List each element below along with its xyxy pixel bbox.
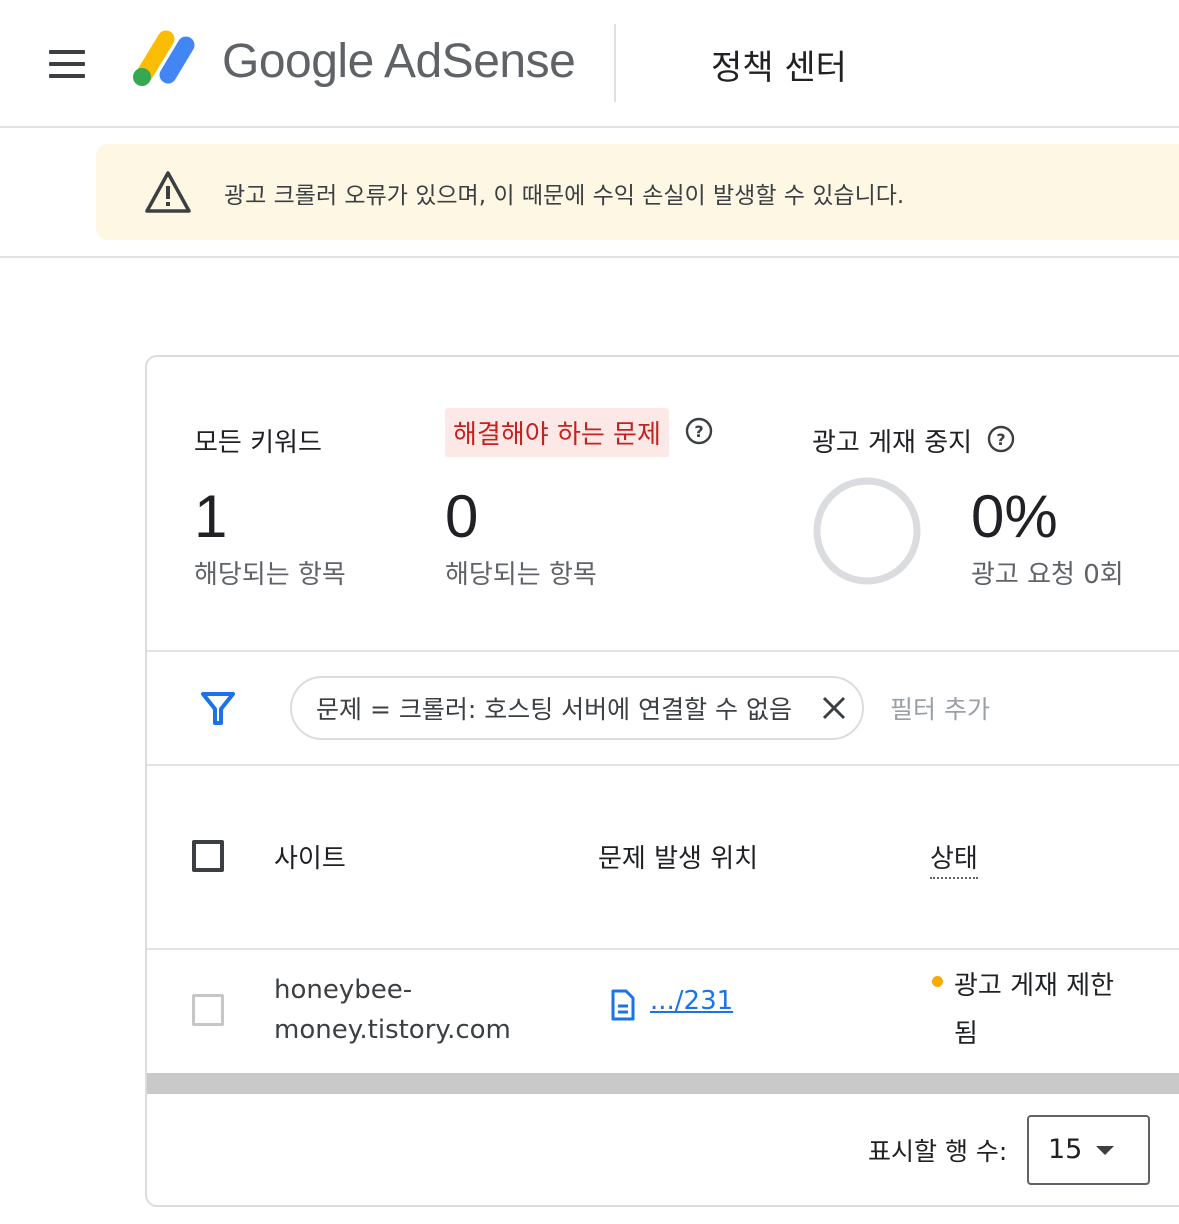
- svg-text:?: ?: [996, 430, 1005, 449]
- status-dot: [932, 976, 943, 987]
- menu-icon[interactable]: [49, 50, 85, 78]
- divider: [147, 764, 1179, 766]
- stat-label-ads-stopped[interactable]: 광고 게재 중지: [812, 422, 972, 459]
- divider: [0, 256, 1179, 258]
- column-header-status[interactable]: 상태: [930, 838, 978, 879]
- ads-stopped-donut-chart: [813, 477, 921, 585]
- site-name-line: honeybee-: [274, 975, 413, 1005]
- stat-value-ads-stopped: 0%: [971, 483, 1058, 550]
- warning-icon: [145, 171, 191, 213]
- divider: [147, 650, 1179, 652]
- status-line: 광고 게재 제한: [954, 971, 1115, 1001]
- status-line: 됨: [954, 1019, 978, 1049]
- help-icon[interactable]: ?: [685, 417, 713, 445]
- rows-per-page-label: 표시할 행 수:: [868, 1137, 1008, 1166]
- stat-value-all: 1: [194, 483, 228, 550]
- stat-label-all[interactable]: 모든 키워드: [194, 422, 322, 459]
- divider: [147, 948, 1179, 950]
- stat-label-must-fix[interactable]: 해결해야 하는 문제: [445, 408, 669, 457]
- rows-per-page-value: 15: [1048, 1134, 1083, 1165]
- column-header-site[interactable]: 사이트: [274, 838, 346, 875]
- filter-icon[interactable]: [200, 690, 236, 726]
- stat-sub-must-fix: 해당되는 항목: [445, 560, 597, 590]
- adsense-logo-icon: [133, 30, 195, 86]
- stat-sub-all: 해당되는 항목: [194, 560, 346, 590]
- site-name: honeybee- money.tistory.com: [274, 970, 554, 1050]
- filter-chip-label: 문제 = 크롤러: 호스팅 서버에 연결할 수 없음: [316, 695, 792, 724]
- stat-value-must-fix: 0: [445, 483, 479, 550]
- close-icon[interactable]: [820, 694, 848, 722]
- status-badge: 광고 게재 제한 됨: [954, 962, 1154, 1058]
- column-header-location[interactable]: 문제 발생 위치: [598, 838, 758, 875]
- site-name-line: money.tistory.com: [274, 1015, 511, 1045]
- add-filter-button[interactable]: 필터 추가: [890, 690, 990, 726]
- page-title: 정책 센터: [711, 48, 847, 88]
- help-icon[interactable]: ?: [987, 425, 1015, 453]
- stat-sub-ads-stopped: 광고 요청 0회: [971, 560, 1124, 590]
- chevron-down-icon[interactable]: [1096, 1146, 1114, 1155]
- warning-message: 광고 크롤러 오류가 있으며, 이 때문에 수익 손실이 발생할 수 있습니다.: [224, 183, 905, 209]
- select-all-checkbox[interactable]: [192, 840, 224, 872]
- brand-name[interactable]: Google AdSense: [222, 34, 576, 89]
- issue-location-link[interactable]: .../231: [650, 986, 733, 1016]
- document-icon: [611, 989, 635, 1021]
- row-checkbox[interactable]: [192, 994, 224, 1026]
- app-header: Google AdSense 정책 센터: [0, 0, 1179, 128]
- svg-text:?: ?: [694, 422, 703, 441]
- horizontal-scrollbar[interactable]: [147, 1073, 1179, 1094]
- header-divider: [614, 24, 616, 102]
- rows-per-page-select[interactable]: [1027, 1115, 1150, 1185]
